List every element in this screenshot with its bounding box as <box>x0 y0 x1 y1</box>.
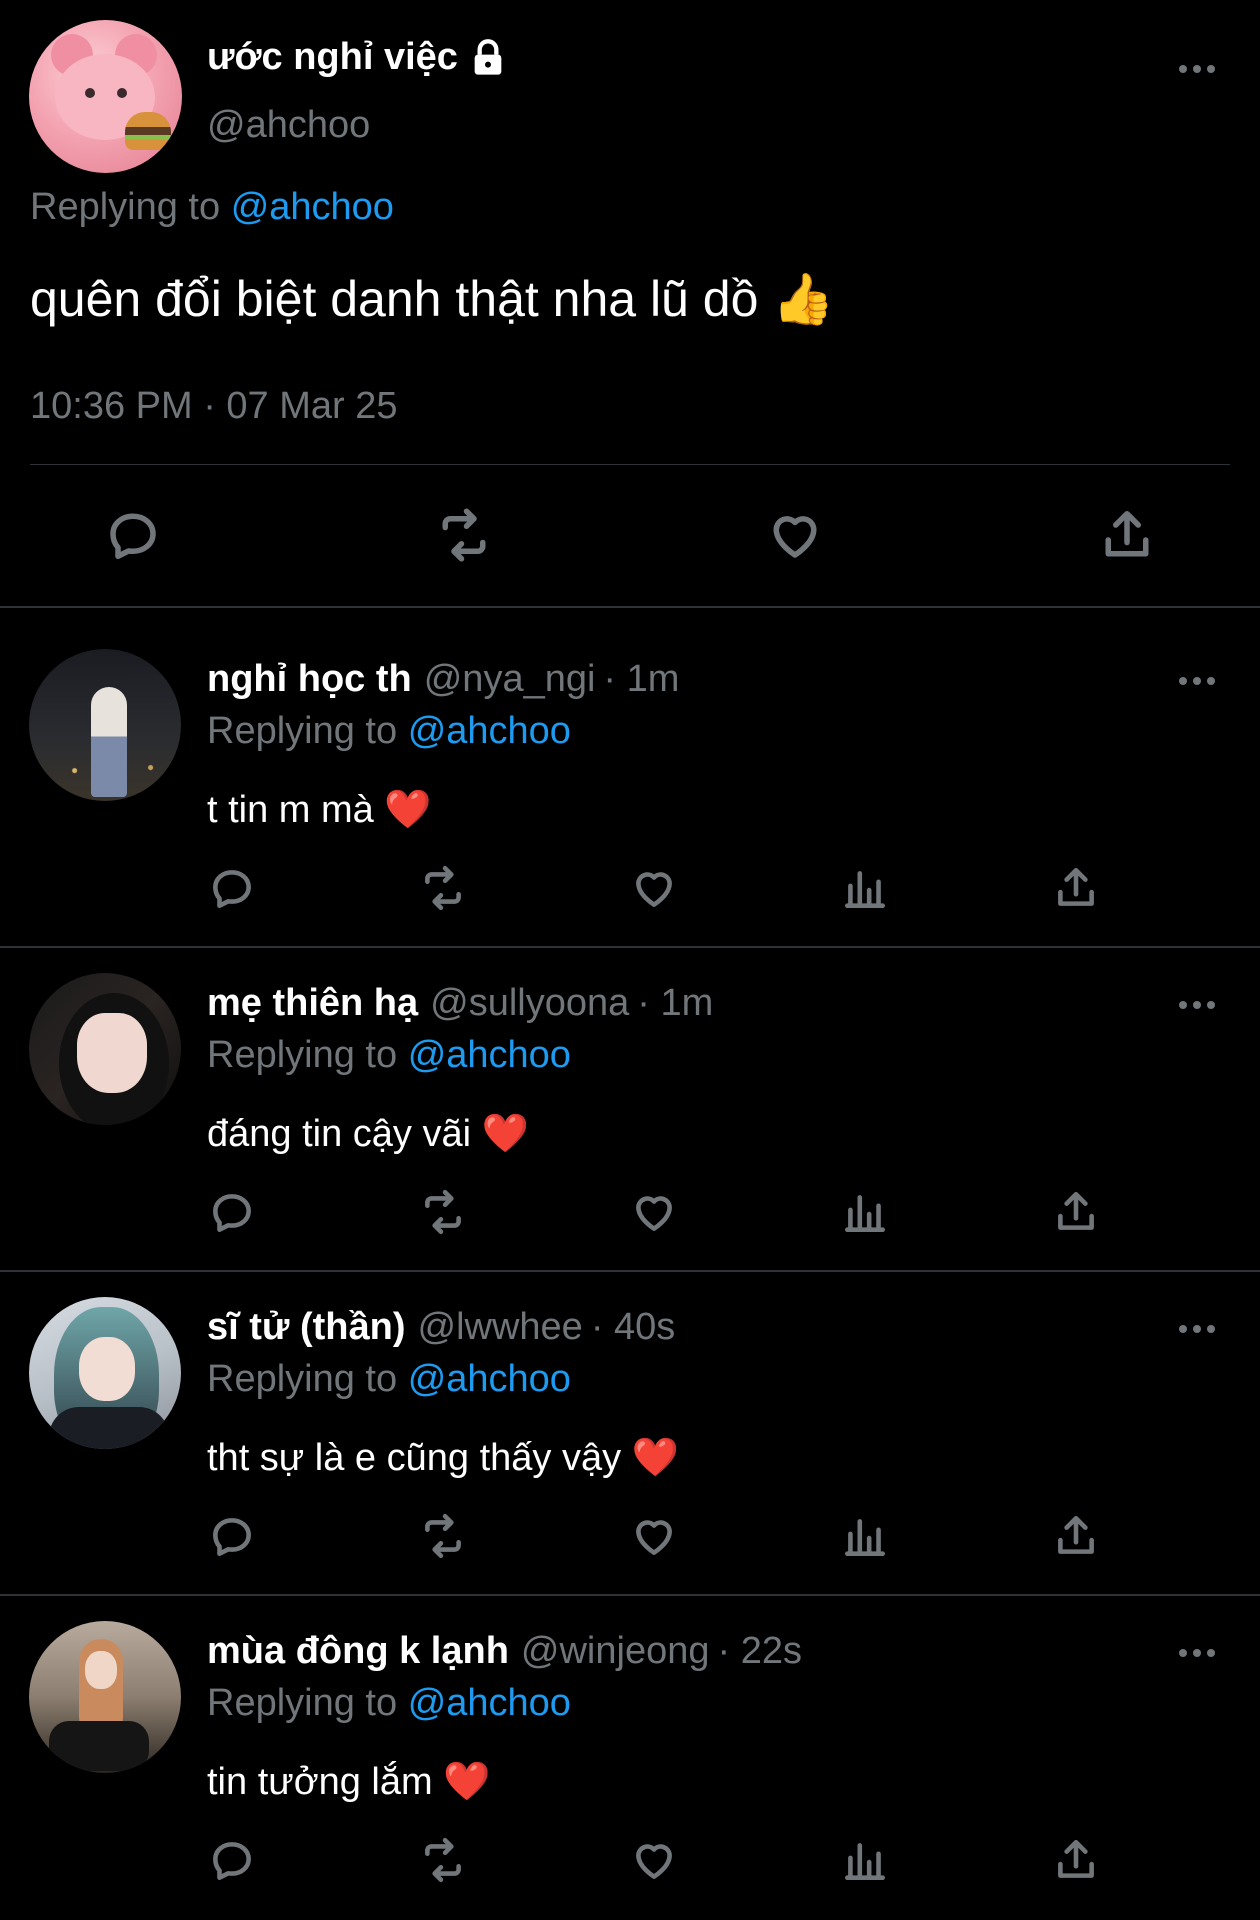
more-icon[interactable] <box>1177 998 1217 1012</box>
reply-icon[interactable] <box>207 863 257 913</box>
replying-to: Replying to @ahchoo <box>30 186 394 229</box>
retweet-icon[interactable] <box>418 1835 468 1885</box>
reply-icon[interactable] <box>207 1835 257 1885</box>
reply-time[interactable]: · 1m <box>603 658 679 701</box>
reply-header: sĩ tử (thần) @lwwhee · 40s <box>207 1306 675 1349</box>
avatar[interactable] <box>29 973 181 1125</box>
share-icon[interactable] <box>1051 1187 1101 1237</box>
action-bar <box>0 863 1260 913</box>
timestamp[interactable]: 10:36 PM · 07 Mar 25 <box>30 385 398 428</box>
replying-handle-link[interactable]: @ahchoo <box>408 710 571 752</box>
share-icon[interactable] <box>1051 863 1101 913</box>
analytics-icon[interactable] <box>840 1511 890 1561</box>
replying-prefix: Replying to <box>207 1358 398 1400</box>
author-name[interactable]: mùa đông k lạnh <box>207 1630 509 1673</box>
share-icon[interactable] <box>1051 1511 1101 1561</box>
lock-icon <box>468 38 508 78</box>
author-handle[interactable]: @winjeong <box>521 1630 710 1673</box>
divider <box>30 464 1230 465</box>
reply-header: mùa đông k lạnh @winjeong · 22s <box>207 1630 802 1673</box>
retweet-icon[interactable] <box>418 1187 468 1237</box>
replying-handle-link[interactable]: @ahchoo <box>408 1358 571 1400</box>
author-handle[interactable]: @lwwhee <box>418 1306 583 1349</box>
avatar[interactable] <box>29 649 181 801</box>
reply-text: đáng tin cậy vãi ❤️ <box>207 1113 529 1155</box>
replying-handle-link[interactable]: @ahchoo <box>408 1682 571 1724</box>
retweet-icon[interactable] <box>418 1511 468 1561</box>
reply-header: mẹ thiên hạ @sullyoona · 1m <box>207 982 713 1025</box>
like-icon[interactable] <box>629 1835 679 1885</box>
reply-time[interactable]: · 1m <box>637 982 713 1025</box>
action-bar <box>0 1835 1260 1885</box>
more-icon[interactable] <box>1177 674 1217 688</box>
reply-time[interactable]: · 40s <box>591 1306 675 1349</box>
reply-text: tin tưởng lắm ❤️ <box>207 1761 491 1803</box>
reply-tweet[interactable]: sĩ tử (thần) @lwwhee · 40s Replying to @… <box>0 1256 1260 1578</box>
reply-tweet[interactable]: nghỉ học th @nya_ngi · 1m Replying to @a… <box>0 608 1260 930</box>
author-name[interactable]: ước nghỉ việc <box>207 36 508 79</box>
reply-text: tht sự là e cũng thấy vậy ❤️ <box>207 1437 679 1479</box>
retweet-icon[interactable] <box>418 863 468 913</box>
share-icon[interactable] <box>1051 1835 1101 1885</box>
more-icon[interactable] <box>1177 1646 1217 1660</box>
avatar[interactable] <box>29 1621 181 1773</box>
avatar[interactable] <box>29 1297 181 1449</box>
replying-prefix: Replying to <box>207 1034 398 1076</box>
analytics-icon[interactable] <box>840 1835 890 1885</box>
retweet-icon[interactable] <box>434 505 494 565</box>
replying-to: Replying to @ahchoo <box>207 1034 571 1077</box>
action-bar <box>0 1511 1260 1561</box>
replying-prefix: Replying to <box>207 1682 398 1724</box>
action-bar <box>0 505 1260 565</box>
share-icon[interactable] <box>1097 505 1157 565</box>
more-icon[interactable] <box>1177 62 1217 76</box>
like-icon[interactable] <box>629 863 679 913</box>
main-tweet: ước nghỉ việc @ahchoo Replying to @ahcho… <box>0 0 1260 606</box>
avatar[interactable] <box>29 20 182 173</box>
like-icon[interactable] <box>629 1511 679 1561</box>
reply-icon[interactable] <box>207 1187 257 1237</box>
author-name[interactable]: sĩ tử (thần) <box>207 1306 406 1349</box>
replying-to: Replying to @ahchoo <box>207 1358 571 1401</box>
replying-prefix: Replying to <box>30 186 221 228</box>
author-name-text: ước nghỉ việc <box>207 36 458 78</box>
replying-handle-link[interactable]: @ahchoo <box>408 1034 571 1076</box>
reply-icon[interactable] <box>103 505 163 565</box>
replying-handle-link[interactable]: @ahchoo <box>231 186 394 228</box>
like-icon[interactable] <box>629 1187 679 1237</box>
action-bar <box>0 1187 1260 1237</box>
analytics-icon[interactable] <box>840 1187 890 1237</box>
author-handle[interactable]: @ahchoo <box>207 104 370 147</box>
reply-time[interactable]: · 22s <box>717 1630 801 1673</box>
reply-header: nghỉ học th @nya_ngi · 1m <box>207 658 679 701</box>
like-icon[interactable] <box>765 505 825 565</box>
replying-to: Replying to @ahchoo <box>207 710 571 753</box>
analytics-icon[interactable] <box>840 863 890 913</box>
author-handle[interactable]: @sullyoona <box>430 982 629 1025</box>
author-name[interactable]: nghỉ học th <box>207 658 412 701</box>
tweet-text: quên đổi biệt danh thật nha lũ dồ 👍 <box>30 271 835 327</box>
reply-tweet[interactable]: mẹ thiên hạ @sullyoona · 1m Replying to … <box>0 932 1260 1254</box>
reply-text: t tin m mà ❤️ <box>207 789 432 831</box>
replying-to: Replying to @ahchoo <box>207 1682 571 1725</box>
reply-icon[interactable] <box>207 1511 257 1561</box>
reply-tweet[interactable]: mùa đông k lạnh @winjeong · 22s Replying… <box>0 1580 1260 1902</box>
author-name[interactable]: mẹ thiên hạ <box>207 982 418 1025</box>
replying-prefix: Replying to <box>207 710 398 752</box>
more-icon[interactable] <box>1177 1322 1217 1336</box>
author-handle[interactable]: @nya_ngi <box>424 658 596 701</box>
